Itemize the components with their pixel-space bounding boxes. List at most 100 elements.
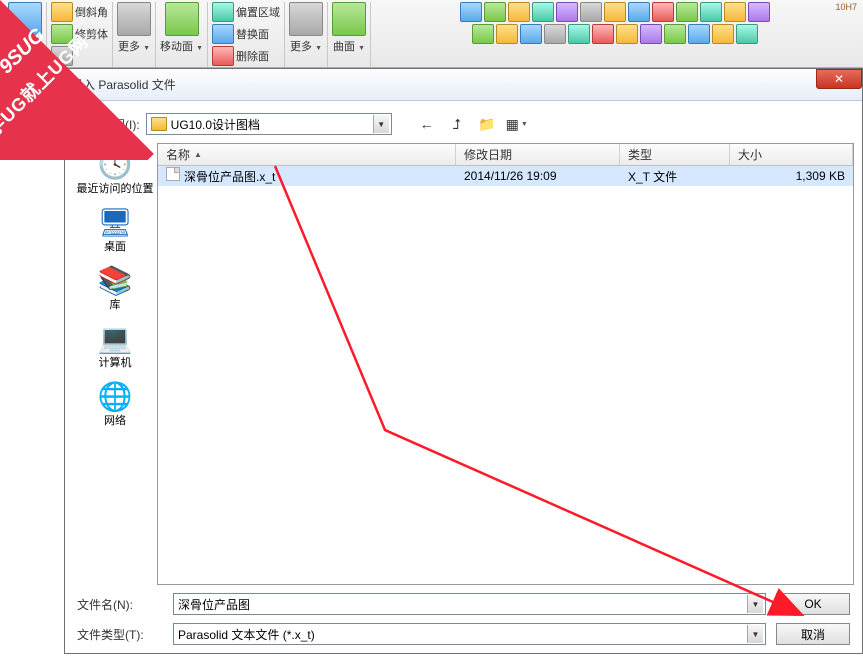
delete-face-icon[interactable] — [212, 46, 234, 66]
filename-label: 文件名(N): — [77, 596, 163, 613]
filetype-row: 文件类型(T): Parasolid 文本文件 (*.x_t) ▼ 取消 — [77, 623, 850, 645]
filetype-label: 文件类型(T): — [77, 626, 163, 643]
offset-region-icon[interactable] — [212, 2, 234, 22]
ribbon-icon[interactable] — [460, 2, 482, 22]
place-desktop[interactable]: 🖥 桌面 — [95, 205, 135, 253]
ribbon-icon[interactable] — [592, 24, 614, 44]
lookin-label: 查找范围(I): — [77, 116, 140, 133]
place-libraries[interactable]: 📚 库 — [95, 263, 135, 311]
computer-icon: 💻 — [95, 321, 135, 355]
cell-name: 深骨位产品图.x_t — [158, 166, 456, 187]
views-icon[interactable]: ▦▼ — [508, 116, 526, 133]
file-area[interactable]: 深骨位产品图.x_t 2014/11/26 19:09 X_T 文件 1,309… — [158, 166, 853, 584]
dialog-body: 查找范围(I): UG10.0设计图档 ▼ ← ⮥ 📁 ▦▼ 🕓 最近访问的位置 — [65, 101, 862, 653]
ribbon-group-chamfer: 倒斜角 修剪体 边倒圆 — [47, 2, 113, 67]
ribbon-label: 更多 — [290, 41, 312, 53]
cell-type: X_T 文件 — [620, 166, 730, 187]
zoom-indicator: 10H7 — [835, 2, 857, 12]
ribbon-icon[interactable] — [616, 24, 638, 44]
ribbon-icon[interactable] — [8, 2, 42, 36]
ribbon-group-face: 偏置区域 替换面 删除面 — [208, 2, 285, 67]
chevron-down-icon[interactable]: ▼ — [747, 625, 763, 643]
lookin-combo[interactable]: UG10.0设计图档 ▼ — [146, 113, 392, 135]
ribbon-icon[interactable] — [628, 2, 650, 22]
lookin-value: UG10.0设计图档 — [171, 116, 369, 133]
ribbon-icon[interactable] — [688, 24, 710, 44]
replace-face-icon[interactable] — [212, 24, 234, 44]
ribbon-icon[interactable] — [51, 46, 73, 66]
ribbon-icon[interactable] — [580, 2, 602, 22]
ribbon-icon[interactable] — [676, 2, 698, 22]
place-recent[interactable]: 🕓 最近访问的位置 — [77, 147, 154, 195]
dialog-bottom: 文件名(N): 深骨位产品图 ▼ OK 文件类型(T): Parasolid 文… — [73, 585, 854, 645]
chevron-down-icon[interactable]: ▼ — [747, 595, 763, 613]
ribbon-text: 替换面 — [236, 26, 269, 42]
new-folder-icon[interactable]: 📁 — [478, 116, 496, 133]
ribbon-icon[interactable] — [604, 2, 626, 22]
ribbon-icon[interactable] — [652, 2, 674, 22]
filename-combo[interactable]: 深骨位产品图 ▼ — [173, 593, 766, 615]
ribbon-label: 曲面 — [333, 41, 355, 53]
ribbon-text: 删除面 — [236, 48, 269, 64]
up-icon[interactable]: ⮥ — [448, 116, 466, 133]
ribbon-icon[interactable] — [484, 2, 506, 22]
ribbon-icon[interactable] — [520, 24, 542, 44]
chevron-down-icon[interactable]: ▼ — [373, 115, 389, 133]
ok-button[interactable]: OK — [776, 593, 850, 615]
ribbon-group-moveface[interactable]: 移动面 ▼ — [156, 2, 208, 67]
ribbon-group-more2[interactable]: 更多 ▼ — [285, 2, 328, 67]
sort-asc-icon: ▲ — [194, 150, 202, 159]
filename-row: 文件名(N): 深骨位产品图 ▼ OK — [77, 593, 850, 615]
filetype-combo[interactable]: Parasolid 文本文件 (*.x_t) ▼ — [173, 623, 766, 645]
libraries-icon: 📚 — [95, 263, 135, 297]
col-type[interactable]: 类型 — [620, 144, 730, 165]
folder-icon — [151, 117, 167, 131]
filename-value: 深骨位产品图 — [178, 596, 743, 613]
ribbon-icon[interactable] — [724, 2, 746, 22]
more-icon[interactable] — [289, 2, 323, 36]
surface-icon[interactable] — [332, 2, 366, 36]
place-network[interactable]: 🌐 网络 — [95, 379, 135, 427]
column-headers[interactable]: 名称▲ 修改日期 类型 大小 — [158, 144, 853, 166]
file-list: 名称▲ 修改日期 类型 大小 深骨位产品图.x_t 2014/11/26 19:… — [157, 143, 854, 585]
ribbon-text: 偏置区域 — [236, 4, 280, 20]
ribbon-icon[interactable] — [700, 2, 722, 22]
ribbon-label: 更多 — [118, 41, 140, 53]
filetype-value: Parasolid 文本文件 (*.x_t) — [178, 626, 743, 643]
cancel-button[interactable]: 取消 — [776, 623, 850, 645]
ribbon-icon[interactable] — [496, 24, 518, 44]
chamfer-icon[interactable] — [51, 2, 73, 22]
ribbon-icon[interactable] — [532, 2, 554, 22]
table-row[interactable]: 深骨位产品图.x_t 2014/11/26 19:09 X_T 文件 1,309… — [158, 166, 853, 186]
nav-icons: ← ⮥ 📁 ▦▼ — [418, 116, 526, 133]
dialog-title: 导入 Parasolid 文件 — [71, 76, 176, 93]
ribbon-icon[interactable] — [640, 24, 662, 44]
ribbon-group-misc: 10H7 — [371, 2, 859, 67]
ribbon-icon[interactable] — [556, 2, 578, 22]
col-name[interactable]: 名称▲ — [158, 144, 456, 165]
ribbon-group-more[interactable]: 更多 ▼ — [113, 2, 156, 67]
trim-icon[interactable] — [51, 24, 73, 44]
ribbon-text: 修剪体 — [75, 26, 108, 42]
ribbon-icon[interactable] — [664, 24, 686, 44]
ribbon-group-surface[interactable]: 曲面 ▼ — [328, 2, 371, 67]
ribbon-icon[interactable] — [472, 24, 494, 44]
ribbon-icon[interactable] — [748, 2, 770, 22]
close-button[interactable]: ✕ — [816, 69, 862, 89]
place-computer[interactable]: 💻 计算机 — [95, 321, 135, 369]
ribbon-icon[interactable] — [712, 24, 734, 44]
move-face-icon[interactable] — [165, 2, 199, 36]
back-icon[interactable]: ← — [418, 116, 436, 133]
ribbon-label: 移动面 — [160, 41, 193, 53]
more-icon[interactable] — [117, 2, 151, 36]
col-date[interactable]: 修改日期 — [456, 144, 620, 165]
file-icon — [166, 167, 180, 181]
ribbon-icon[interactable] — [508, 2, 530, 22]
ribbon-icon[interactable] — [544, 24, 566, 44]
dialog-titlebar[interactable]: 导入 Parasolid 文件 ✕ — [65, 69, 862, 101]
import-parasolid-dialog: 导入 Parasolid 文件 ✕ 查找范围(I): UG10.0设计图档 ▼ … — [64, 68, 863, 654]
ribbon-icon[interactable] — [568, 24, 590, 44]
lookin-row: 查找范围(I): UG10.0设计图档 ▼ ← ⮥ 📁 ▦▼ — [73, 107, 854, 143]
col-size[interactable]: 大小 — [730, 144, 853, 165]
ribbon-icon[interactable] — [736, 24, 758, 44]
